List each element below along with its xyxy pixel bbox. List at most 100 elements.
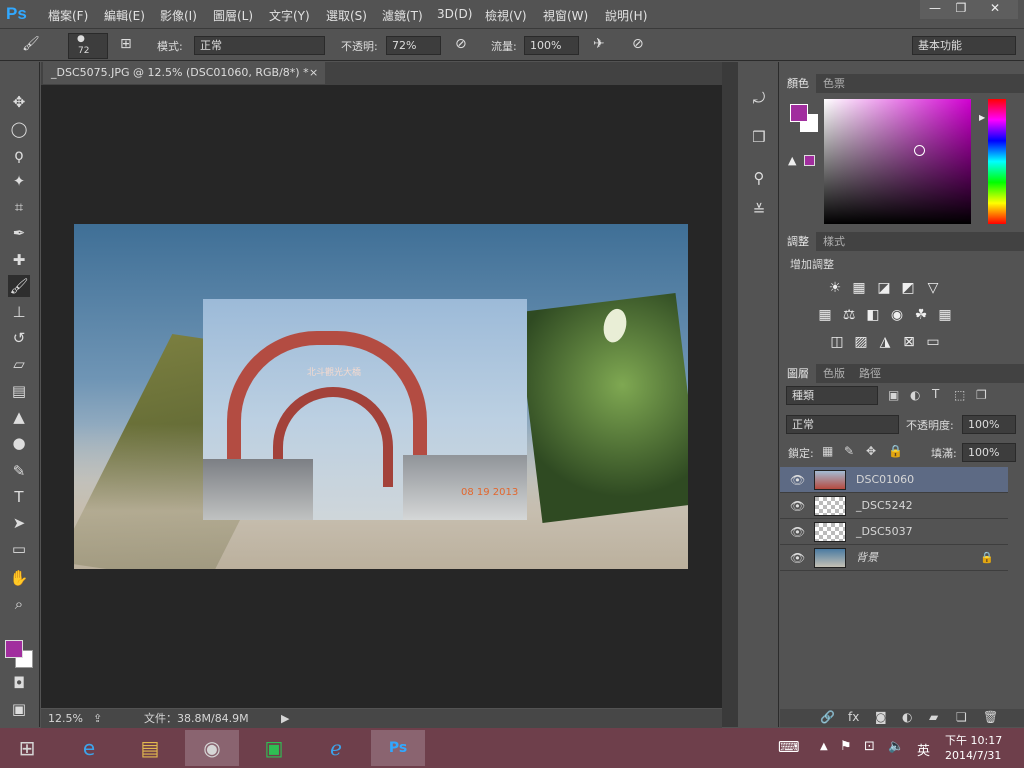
layer-opacity-input[interactable]: 100% bbox=[962, 415, 1016, 434]
filter-adjustment-icon[interactable]: ◐ bbox=[910, 388, 920, 402]
tab-close-icon[interactable]: × bbox=[309, 62, 318, 84]
store-icon[interactable]: ▣ bbox=[247, 730, 301, 766]
show-hidden-icons-icon[interactable]: ▲ bbox=[820, 741, 828, 752]
tab-color[interactable]: 顏色 bbox=[780, 74, 816, 93]
brightness-icon[interactable]: ☀ bbox=[827, 280, 843, 296]
visibility-eye-icon[interactable]: 👁 bbox=[790, 467, 805, 493]
zoom-level[interactable]: 12.5% bbox=[48, 709, 83, 729]
color-lookup-icon[interactable]: ▦ bbox=[937, 307, 953, 323]
vibrance-icon[interactable]: ▽ bbox=[925, 280, 941, 296]
move-tool-icon[interactable]: ✥ bbox=[8, 91, 30, 113]
fx-icon[interactable]: fx bbox=[848, 710, 859, 724]
photoshop-icon[interactable]: Ps bbox=[371, 730, 425, 766]
filter-shape-icon[interactable]: ⬚ bbox=[954, 388, 965, 402]
layer-row[interactable]: 👁 背景 🔒 bbox=[780, 545, 1008, 571]
menu-filter[interactable]: 濾鏡(T) bbox=[382, 7, 423, 24]
magic-wand-tool-icon[interactable]: ✦ bbox=[8, 170, 30, 192]
properties-panel-icon[interactable]: ≚ bbox=[748, 199, 770, 221]
export-icon[interactable]: ⇪ bbox=[93, 709, 102, 729]
brush-preset-picker[interactable]: ● 72 bbox=[68, 33, 108, 59]
gradient-tool-icon[interactable]: ▤ bbox=[8, 380, 30, 402]
levels-icon[interactable]: ▦ bbox=[851, 280, 867, 296]
lasso-tool-icon[interactable]: ϙ bbox=[8, 144, 30, 166]
tab-adjustments[interactable]: 調整 bbox=[780, 232, 816, 251]
ime-indicator[interactable]: 英 bbox=[917, 740, 930, 759]
threshold-icon[interactable]: ◮ bbox=[877, 334, 893, 350]
exposure-icon[interactable]: ◩ bbox=[900, 280, 916, 296]
menu-view[interactable]: 檢視(V) bbox=[485, 7, 527, 24]
menu-select[interactable]: 選取(S) bbox=[326, 7, 367, 24]
healing-brush-tool-icon[interactable]: ✚ bbox=[8, 249, 30, 271]
posterize-icon[interactable]: ▨ bbox=[853, 334, 869, 350]
pressure-opacity-icon[interactable]: ⊘ bbox=[455, 36, 467, 52]
menu-type[interactable]: 文字(Y) bbox=[269, 7, 310, 24]
blend-mode-select[interactable]: 正常 bbox=[786, 415, 899, 434]
visibility-eye-icon[interactable]: 👁 bbox=[790, 519, 805, 545]
hue-saturation-icon[interactable]: ▦ bbox=[817, 307, 833, 323]
document-tab[interactable]: _DSC5075.JPG @ 12.5% (DSC01060, RGB/8*) … bbox=[43, 62, 325, 84]
close-button[interactable]: ✕ bbox=[972, 0, 1018, 19]
status-arrow-icon[interactable]: ▶ bbox=[281, 709, 289, 729]
stamp-tool-icon[interactable]: ⊥ bbox=[8, 301, 30, 323]
network-icon[interactable]: ⊡ bbox=[864, 739, 875, 754]
mode-select[interactable]: 正常 bbox=[194, 36, 325, 55]
filter-smart-object-icon[interactable]: ❐ bbox=[976, 388, 987, 402]
channel-mixer-icon[interactable]: ☘ bbox=[913, 307, 929, 323]
lock-position-icon[interactable]: ✥ bbox=[866, 444, 876, 458]
new-layer-icon[interactable]: ❏ bbox=[956, 710, 967, 724]
layer-name[interactable]: 背景 bbox=[856, 545, 878, 571]
eyedropper-tool-icon[interactable]: ✒ bbox=[8, 222, 30, 244]
quick-mask-icon[interactable]: ◘ bbox=[8, 672, 30, 694]
airbrush-icon[interactable]: ✈ bbox=[593, 36, 605, 52]
path-select-tool-icon[interactable]: ➤ bbox=[8, 512, 30, 534]
workspace-select[interactable]: 基本功能 bbox=[912, 36, 1016, 55]
screen-mode-icon[interactable]: ▣ bbox=[8, 698, 30, 720]
start-icon[interactable]: ⊞ bbox=[0, 730, 54, 766]
filter-image-icon[interactable]: ▣ bbox=[888, 388, 899, 402]
flag-icon[interactable]: ⚑ bbox=[840, 739, 852, 754]
pressure-size-icon[interactable]: ⊘ bbox=[632, 36, 644, 52]
pen-tool-icon[interactable]: ✎ bbox=[8, 460, 30, 482]
photo-filter-icon[interactable]: ◉ bbox=[889, 307, 905, 323]
document-canvas[interactable]: 北斗觀光大橋 08 19 2013 bbox=[74, 224, 688, 569]
curves-icon[interactable]: ◪ bbox=[876, 280, 892, 296]
menu-help[interactable]: 說明(H) bbox=[605, 7, 647, 24]
color-picker-marker[interactable] bbox=[914, 145, 925, 156]
blur-tool-icon[interactable]: ▲ bbox=[8, 406, 30, 428]
layer-name[interactable]: _DSC5037 bbox=[856, 519, 913, 545]
menu-layer[interactable]: 圖層(L) bbox=[213, 7, 253, 24]
type-tool-icon[interactable]: T bbox=[8, 486, 30, 508]
web-color-chip[interactable] bbox=[804, 155, 815, 166]
hue-slider[interactable] bbox=[988, 99, 1006, 224]
hand-tool-icon[interactable]: ✋ bbox=[8, 567, 30, 589]
tab-swatches[interactable]: 色票 bbox=[816, 74, 852, 93]
tab-paths[interactable]: 路徑 bbox=[852, 364, 888, 383]
chrome-icon[interactable]: ◉ bbox=[185, 730, 239, 766]
history-panel-icon[interactable]: ⤾ bbox=[748, 87, 770, 109]
hue-slider-arrow-icon[interactable]: ▶ bbox=[979, 113, 985, 122]
3d-panel-icon[interactable]: ❒ bbox=[748, 126, 770, 148]
fill-input[interactable]: 100% bbox=[962, 443, 1016, 462]
visibility-eye-icon[interactable]: 👁 bbox=[790, 545, 805, 571]
menu-window[interactable]: 視窗(W) bbox=[543, 7, 588, 24]
layer-name[interactable]: _DSC5242 bbox=[856, 493, 913, 519]
color-balance-icon[interactable]: ⚖ bbox=[841, 307, 857, 323]
menu-3d[interactable]: 3D(D) bbox=[437, 7, 472, 21]
layer-row[interactable]: 👁 _DSC5242 bbox=[780, 493, 1008, 519]
brush-presets-icon[interactable]: ⚲ bbox=[748, 167, 770, 189]
clock-time[interactable]: 下午 10:17 bbox=[945, 732, 1002, 748]
file-explorer-icon[interactable]: ▤ bbox=[123, 730, 177, 766]
dodge-tool-icon[interactable]: ● bbox=[8, 432, 30, 454]
clock-date[interactable]: 2014/7/31 bbox=[945, 749, 1001, 762]
zoom-tool-icon[interactable]: ⌕ bbox=[8, 593, 30, 615]
color-field[interactable] bbox=[824, 99, 971, 224]
opacity-input[interactable]: 72% bbox=[386, 36, 441, 55]
folder-icon[interactable]: ▰ bbox=[929, 710, 938, 724]
lock-transparency-icon[interactable]: ▦ bbox=[822, 444, 833, 458]
menu-image[interactable]: 影像(I) bbox=[160, 7, 197, 24]
fg-color-chip[interactable] bbox=[790, 104, 808, 122]
tab-channels[interactable]: 色版 bbox=[816, 364, 852, 383]
tab-styles[interactable]: 樣式 bbox=[816, 232, 852, 251]
brush-tool-icon[interactable]: 🖌 bbox=[22, 36, 40, 52]
lock-pixels-icon[interactable]: ✎ bbox=[844, 444, 854, 458]
